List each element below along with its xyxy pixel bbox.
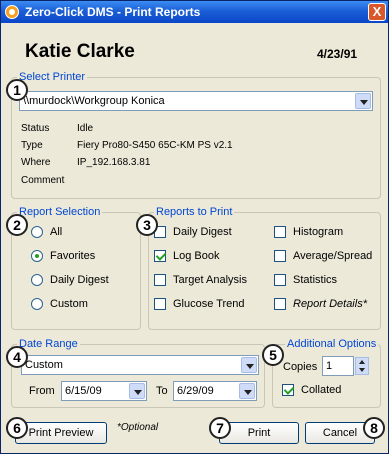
checkbox-indicator[interactable] [274,250,286,262]
radio-label: Daily Digest [50,274,109,286]
print-reports-window: Zero-Click DMS - Print Reports X Katie C… [0,0,389,454]
window-title: Zero-Click DMS - Print Reports [25,5,201,19]
date-range-select[interactable]: Custom [21,355,259,375]
patient-name: Katie Clarke [25,41,135,62]
to-date-value: 6/29/09 [177,385,214,397]
checkbox-label: Report Details* [293,298,367,310]
app-logo-icon [5,5,19,19]
checkbox-label: Glucose Trend [173,298,245,310]
from-label: From [29,385,55,397]
checkbox-label: Collated [301,384,342,396]
report-selection-group: Report Selection [11,206,141,330]
checkbox-indicator[interactable] [282,384,294,396]
checkbox-label: Histogram [293,226,344,238]
callout-6: 6 [6,417,28,439]
title-bar[interactable]: Zero-Click DMS - Print Reports X [1,1,388,23]
checkbox-label: Statistics [293,274,338,286]
info-label: Comment [21,175,65,186]
report-selection-legend: Report Selection [19,206,101,218]
info-value: IP_192.168.3.81 [77,157,151,168]
printer-select[interactable]: \\murdock\Workgroup Konica [19,91,373,111]
info-value: Fiery Pro80-S450 65C-KM PS v2.1 [77,140,233,151]
radio-indicator[interactable] [31,226,43,238]
radio-indicator[interactable] [31,250,43,262]
radio-indicator[interactable] [31,274,43,286]
reports-to-print-legend: Reports to Print [156,206,233,218]
copies-spinner[interactable] [355,357,369,375]
callout-5: 5 [262,344,284,366]
from-date-picker[interactable]: 6/15/09 [61,381,147,401]
checkbox-indicator[interactable] [154,298,166,310]
chevron-down-icon[interactable] [129,383,145,399]
info-label: Status [21,123,50,134]
to-label: To [156,385,168,397]
copies-input[interactable]: 1 [322,356,354,376]
info-value: Idle [77,123,94,134]
info-label: Type [21,140,43,151]
radio-indicator[interactable] [31,298,43,310]
to-date-picker[interactable]: 6/29/09 [173,381,257,401]
checkbox-indicator[interactable] [274,298,286,310]
radio-label: Favorites [50,250,96,262]
callout-3: 3 [136,214,158,236]
checkbox-indicator[interactable] [274,274,286,286]
radio-label: Custom [50,298,88,310]
copies-label: Copies [283,361,318,373]
callout-8: 8 [363,417,385,439]
close-button[interactable]: X [368,3,386,21]
callout-4: 4 [6,346,28,368]
print-button[interactable]: Print [219,422,299,444]
chevron-down-icon[interactable] [241,357,257,373]
callout-7: 7 [209,417,231,439]
checkbox-indicator[interactable] [154,274,166,286]
date-range-select-value: Custom [25,359,63,371]
printer-select-value: \\murdock\Workgroup Konica [23,95,165,107]
checkbox-label: Daily Digest [173,226,232,238]
optional-note: *Optional [117,422,159,433]
patient-date: 4/23/91 [317,47,358,61]
info-label: Where [21,157,51,168]
chevron-down-icon[interactable] [355,93,371,109]
checkbox-label: Target Analysis [173,274,247,286]
checkbox-indicator[interactable] [154,250,166,262]
select-printer-legend: Select Printer [19,71,86,83]
chevron-down-icon[interactable] [239,383,255,399]
checkbox-indicator[interactable] [274,226,286,238]
date-range-legend: Date Range [19,338,78,350]
radio-label: All [50,226,63,238]
checkbox-label: Average/Spread [293,250,373,262]
callout-2: 2 [6,214,28,236]
print-preview-button[interactable]: Print Preview [15,422,107,444]
from-date-value: 6/15/09 [65,385,102,397]
callout-1: 1 [6,79,28,101]
additional-options-legend: Additional Options [287,338,377,350]
checkbox-label: Log Book [173,250,220,262]
